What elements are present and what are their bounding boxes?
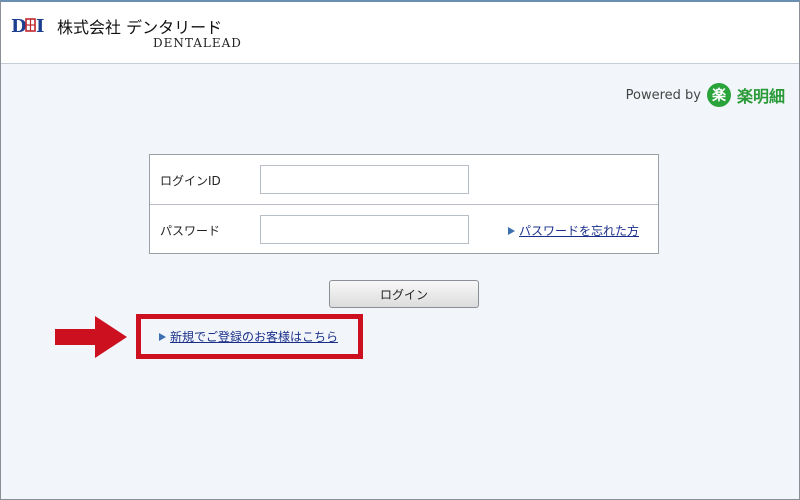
login-id-row: ログインID [150,155,658,205]
login-form: ログインID パスワード パスワードを忘れた方 [149,154,659,254]
company-logo: D I 株式会社 デンタリード DENTALEAD [11,12,261,52]
company-name: 株式会社 デンタリード [57,18,223,37]
forgot-password-link[interactable]: パスワードを忘れた方 [519,222,639,239]
powered-by: Powered by 楽 楽明細 [626,82,785,108]
page-frame: D I 株式会社 デンタリード DENTALEAD Powered by 楽 楽… [0,0,800,500]
rakumeisai-icon: 楽 [706,83,731,107]
password-input[interactable] [260,215,469,244]
login-id-label: ログインID [160,174,221,188]
red-arrow-icon [55,316,127,358]
svg-text:I: I [36,16,44,36]
powered-by-label: Powered by [625,87,701,103]
triangle-bullet-icon [508,226,515,235]
register-link-group[interactable]: 新規でご登録のお客様はこちら [159,328,338,345]
login-id-input[interactable] [260,165,469,194]
dentalead-logo-icon: D I [11,16,44,36]
login-button[interactable]: ログイン [329,280,479,308]
company-name-en: DENTALEAD [153,36,242,50]
password-row: パスワード パスワードを忘れた方 [150,205,658,255]
triangle-bullet-icon [159,332,166,341]
password-label: パスワード [160,224,221,238]
svg-text:D: D [11,16,27,36]
register-link[interactable]: 新規でご登録のお客様はこちら [170,328,338,345]
forgot-password[interactable]: パスワードを忘れた方 [508,222,639,239]
header: D I 株式会社 デンタリード DENTALEAD [1,2,799,64]
rakumeisai-brand-name: 楽明細 [736,87,785,106]
